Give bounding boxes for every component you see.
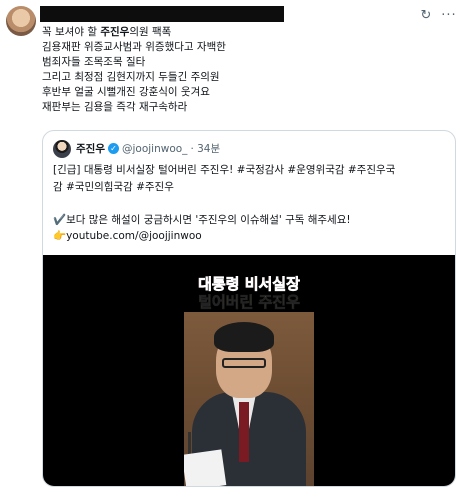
quoted-line: ✔️보다 많은 해설이 궁금하시면 '주진우의 이슈해설' 구독 해주세요! <box>53 213 351 226</box>
tweet-line: 꼭 보셔야 할 주진우의원 팩폭 <box>42 26 172 38</box>
tweet-line: 범죄자들 조목조목 질타 <box>42 56 146 68</box>
refresh-icon[interactable]: ↻ <box>417 6 435 24</box>
speaker-glasses <box>222 358 266 368</box>
tweet-text: 꼭 보셔야 할 주진우의원 팩폭 김용재판 위증교사범과 위증했다고 자백한 범… <box>42 25 442 115</box>
quoted-line: [긴급] 대통령 비서실장 털어버린 주진우! #국정감사 #운영위국감 #주진… <box>53 164 396 176</box>
quoted-line-spacer <box>53 195 449 212</box>
video-caption: 대통령 비서실장 털어버린 주진우 <box>184 275 314 312</box>
tweet[interactable]: ↻ ··· 꼭 보셔야 할 주진우의원 팩폭 김용재판 위증교사범과 위증했다고… <box>0 0 466 496</box>
quoted-author-name[interactable]: 주진우 <box>76 141 105 156</box>
quoted-tweet[interactable]: 주진우 ✓ @joojinwoo_ · 34분 [긴급] 대통령 비서실장 털어… <box>42 130 456 487</box>
quoted-tweet-header: 주진우 ✓ @joojinwoo_ · 34분 <box>76 141 220 156</box>
author-avatar[interactable] <box>6 6 36 36</box>
tweet-line: 재판부는 김용을 즉각 재구속하라 <box>42 101 188 113</box>
quoted-line: 감 #국민의힘국감 #주진우 <box>53 180 174 193</box>
quoted-tweet-time[interactable]: · 34분 <box>190 141 220 156</box>
video-caption-line: 털어버린 주진우 <box>198 293 300 312</box>
paper-document <box>184 449 227 486</box>
tweet-line: 김용재판 위증교사범과 위증했다고 자백한 <box>42 41 226 53</box>
quoted-author-handle[interactable]: @joojinwoo_ <box>122 143 187 155</box>
redacted-author-name <box>40 6 284 22</box>
video-player[interactable]: 대통령 비서실장 털어버린 주진우 <box>43 255 455 486</box>
speaker-hair <box>214 322 274 352</box>
quoted-author-avatar[interactable] <box>53 140 71 158</box>
speaker-tie <box>239 402 249 462</box>
tweet-line: 후반부 얼굴 시뻘개진 강훈식이 웃겨요 <box>42 86 210 98</box>
quoted-link[interactable]: 👉youtube.com/@joojjinwoo <box>53 228 449 245</box>
more-icon[interactable]: ··· <box>440 6 458 24</box>
verified-badge-icon: ✓ <box>107 143 119 154</box>
video-caption-line: 대통령 비서실장 <box>198 275 300 294</box>
quoted-tweet-text: [긴급] 대통령 비서실장 털어버린 주진우! #국정감사 #운영위국감 #주진… <box>53 162 449 245</box>
video-thumbnail[interactable] <box>184 312 314 486</box>
tweet-line: 그리고 최정점 김현지까지 두들긴 주의원 <box>42 71 220 83</box>
